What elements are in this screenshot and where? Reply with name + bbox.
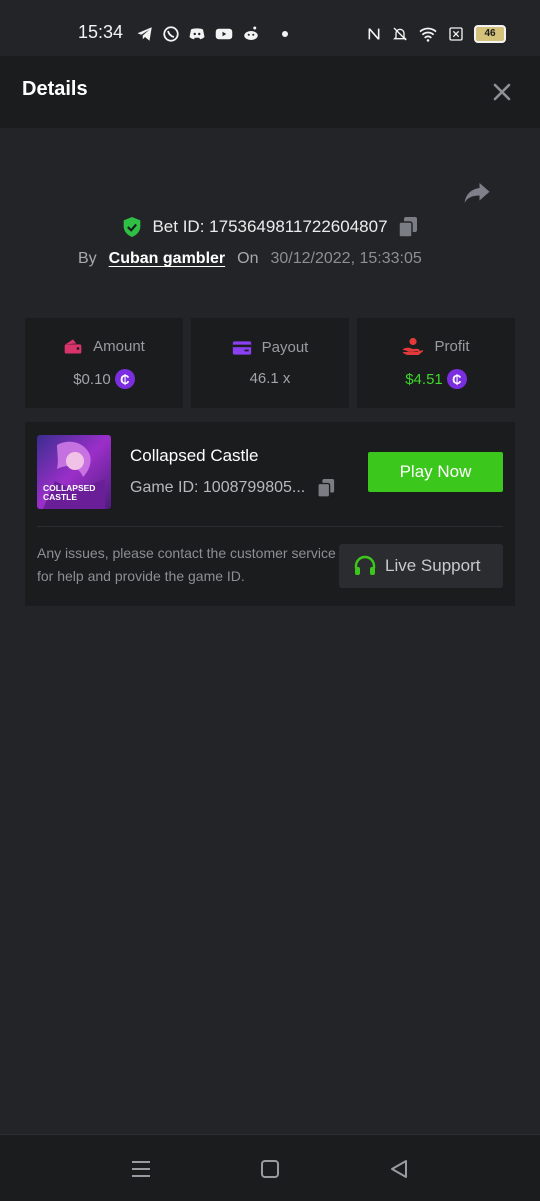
- game-card: COLLAPSED CASTLE Collapsed Castle Game I…: [25, 422, 515, 606]
- notification-icons: [136, 24, 288, 44]
- live-support-label: Live Support: [385, 556, 481, 575]
- details-header: Details: [0, 56, 540, 128]
- user-link[interactable]: Cuban gambler: [109, 250, 225, 268]
- page-title: Details: [22, 78, 88, 100]
- game-id: Game ID: 1008799805...: [130, 479, 306, 496]
- game-id-row: Game ID: 1008799805...: [130, 478, 335, 498]
- system-nav-bar: [0, 1134, 540, 1201]
- system-icons: 46: [366, 24, 506, 44]
- card-icon: [232, 340, 251, 355]
- divider: [37, 526, 503, 527]
- game-thumbnail[interactable]: COLLAPSED CASTLE: [37, 435, 111, 509]
- nfc-icon: [368, 28, 380, 40]
- bet-meta: By Cuban gambler On 30/12/2022, 15:33:05: [78, 250, 422, 268]
- play-now-button[interactable]: Play Now: [368, 452, 503, 492]
- amount-value: $0.10: [73, 370, 111, 388]
- support-note: Any issues, please contact the customer …: [37, 545, 336, 584]
- bet-id: Bet ID: 1753649811722604807: [152, 217, 388, 236]
- game-name: Collapsed Castle: [130, 446, 259, 465]
- telegram-icon: [137, 27, 152, 41]
- stat-payout: Payout 46.1 x: [191, 318, 349, 408]
- battery-icon: 46: [474, 25, 506, 43]
- bet-id-row: Bet ID: 1753649811722604807: [0, 216, 540, 238]
- amount-icon: [64, 339, 82, 354]
- profit-label: Profit: [434, 337, 470, 355]
- whatsapp-icon: [163, 26, 179, 42]
- coin-icon: ₵: [114, 369, 135, 389]
- discord-icon: [189, 28, 205, 40]
- payout-value: 46.1 x: [249, 370, 291, 387]
- thumb-title-2: CASTLE: [43, 492, 77, 502]
- coin-icon: ₵: [446, 369, 467, 389]
- reddit-icon: [244, 26, 258, 40]
- status-bar: 15:34 46: [0, 0, 540, 56]
- on-label: On: [237, 250, 259, 267]
- home-icon[interactable]: [258, 1157, 282, 1181]
- status-time: 15:34: [78, 22, 124, 42]
- bet-date: 30/12/2022, 15:33:05: [270, 250, 422, 267]
- bell-muted-icon: [393, 27, 407, 41]
- profit-icon: [403, 337, 424, 355]
- share-icon[interactable]: [462, 178, 492, 208]
- by-label: By: [78, 250, 97, 267]
- profit-value: $4.51: [405, 370, 443, 388]
- back-icon[interactable]: [387, 1157, 411, 1181]
- copy-icon[interactable]: [397, 216, 418, 238]
- bet-stats: Amount $0.10 ₵ Payout 46.1 x Profit $4.5…: [25, 318, 515, 408]
- payout-label: Payout: [261, 339, 309, 356]
- menu-icon[interactable]: [129, 1157, 153, 1181]
- shield-check-icon: [124, 217, 141, 237]
- stat-profit: Profit $4.51 ₵: [357, 318, 515, 408]
- youtube-icon: [215, 28, 233, 40]
- amount-label: Amount: [93, 337, 145, 355]
- more-notifications-dot: [282, 31, 288, 37]
- close-icon[interactable]: [490, 80, 514, 104]
- no-sim-icon: [449, 27, 463, 41]
- copy-icon[interactable]: [317, 478, 335, 498]
- headset-icon: [354, 555, 376, 575]
- wifi-icon: [419, 27, 437, 42]
- stat-amount: Amount $0.10 ₵: [25, 318, 183, 408]
- live-support-button[interactable]: Live Support: [339, 544, 503, 588]
